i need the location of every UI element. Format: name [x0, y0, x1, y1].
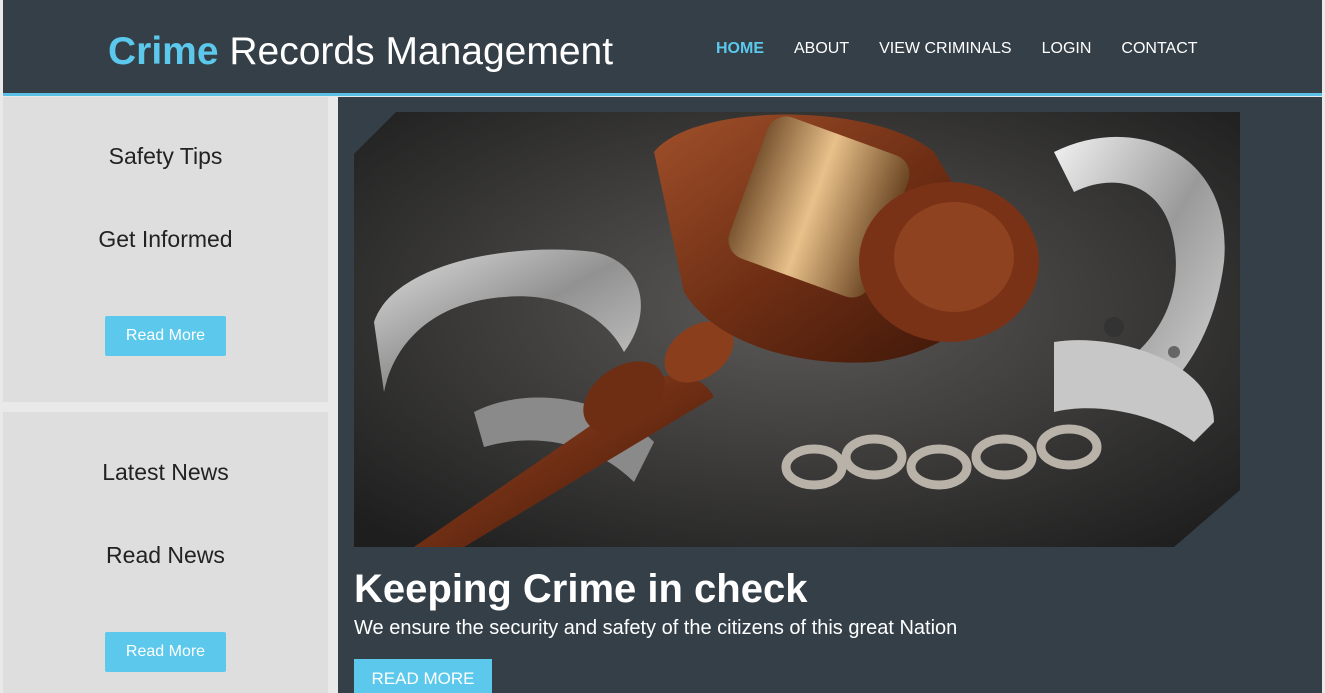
logo-accent: Crime [108, 30, 219, 73]
read-news-heading: Read News [106, 542, 225, 568]
nav-contact[interactable]: CONTACT [1121, 40, 1197, 58]
news-read-more-button[interactable]: Read More [105, 632, 226, 672]
main-content: Keeping Crime in check We ensure the sec… [338, 97, 1322, 693]
safety-tips-heading: Safety Tips [108, 143, 223, 169]
site-header: Crime Records Management HOME ABOUT VIEW… [3, 0, 1322, 96]
logo-text: Records Management [218, 30, 614, 73]
safety-read-more-button[interactable]: Read More [105, 316, 226, 356]
nav-login[interactable]: LOGIN [1042, 40, 1092, 58]
sidebar-latest-news: Latest News Read News Read More [3, 412, 328, 693]
hero-subtitle: We ensure the security and safety of the… [354, 617, 958, 639]
site-logo[interactable]: Crime Records Management [108, 30, 613, 74]
main-nav: HOME ABOUT VIEW CRIMINALS LOGIN CONTACT [703, 40, 1228, 58]
get-informed-heading: Get Informed [98, 226, 233, 252]
sidebar-safety-tips: Safety Tips Get Informed Read More [3, 97, 328, 402]
hero-title: Keeping Crime in check [354, 567, 808, 611]
latest-news-heading: Latest News [102, 459, 229, 485]
nav-about[interactable]: ABOUT [794, 40, 849, 58]
hero-image-gavel-handcuffs [354, 112, 1240, 547]
nav-home[interactable]: HOME [716, 40, 764, 58]
hero-read-more-button[interactable]: READ MORE [354, 659, 492, 693]
nav-view-criminals[interactable]: VIEW CRIMINALS [879, 40, 1011, 58]
